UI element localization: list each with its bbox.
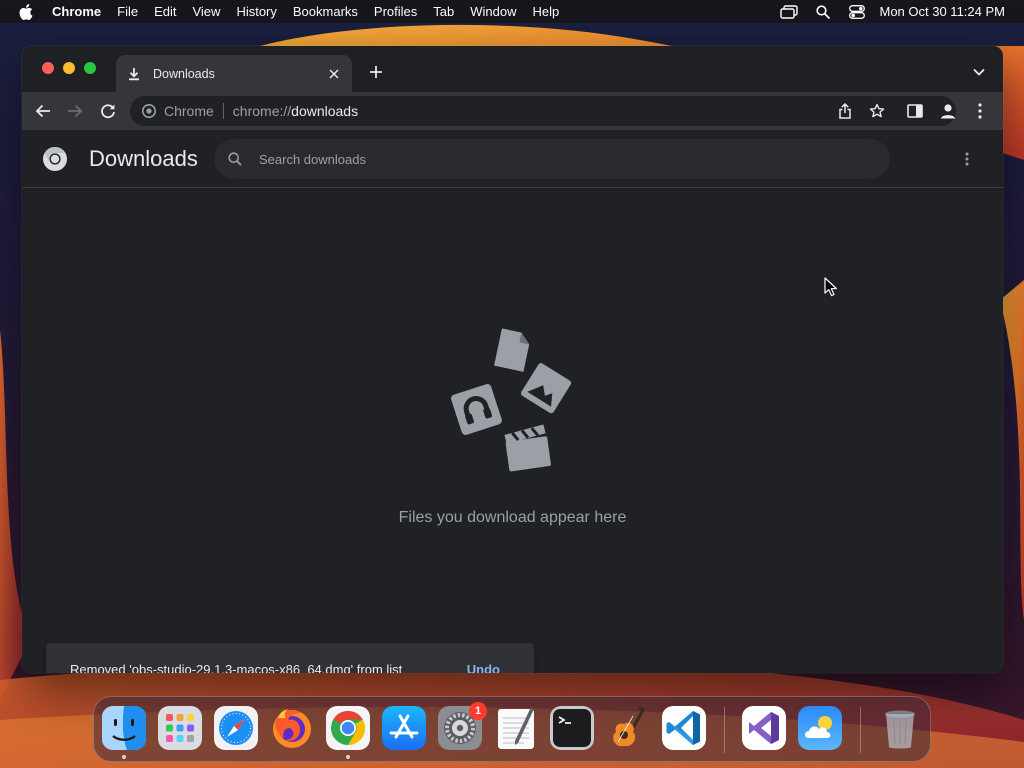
tab-search-chevron-icon[interactable] xyxy=(969,62,989,82)
chrome-icon[interactable] xyxy=(326,706,370,750)
app-store-icon[interactable] xyxy=(382,706,426,750)
control-center-icon[interactable] xyxy=(840,0,874,23)
document-icon xyxy=(494,328,530,372)
window-close-button[interactable] xyxy=(42,62,54,74)
menu-history[interactable]: History xyxy=(228,0,284,23)
launchpad-icon[interactable] xyxy=(158,706,202,750)
undo-button[interactable]: Undo xyxy=(467,662,500,674)
menu-profiles[interactable]: Profiles xyxy=(366,0,425,23)
new-tab-button[interactable] xyxy=(366,62,386,82)
image-icon xyxy=(520,363,572,414)
mouse-cursor-icon xyxy=(824,277,837,297)
chrome-menu-icon[interactable] xyxy=(968,99,992,123)
menu-bar-clock[interactable]: Mon Oct 30 11:24 PM xyxy=(874,4,1024,19)
tab-downloads[interactable]: Downloads xyxy=(116,55,352,92)
finder-icon[interactable] xyxy=(102,706,146,750)
omnibox-divider xyxy=(222,103,224,119)
download-icon xyxy=(126,66,142,82)
menu-tab[interactable]: Tab xyxy=(425,0,462,23)
menu-window[interactable]: Window xyxy=(462,0,524,23)
vscode-icon[interactable] xyxy=(662,706,706,750)
menu-view[interactable]: View xyxy=(184,0,228,23)
menu-edit[interactable]: Edit xyxy=(146,0,184,23)
finder-running-indicator xyxy=(122,755,126,759)
empty-downloads-illustration xyxy=(451,328,572,472)
site-chip-label: Chrome xyxy=(164,103,214,119)
audio-icon xyxy=(451,384,502,435)
share-icon[interactable] xyxy=(833,99,857,123)
removed-toast: Removed 'obs-studio-29.1.3-macos-x86_64.… xyxy=(46,643,534,673)
chrome-site-icon xyxy=(141,103,157,119)
screen-mirroring-icon[interactable] xyxy=(772,0,806,23)
search-icon xyxy=(225,149,245,169)
weather-icon[interactable] xyxy=(798,706,842,750)
garageband-icon[interactable] xyxy=(606,706,650,750)
spotlight-search-icon[interactable] xyxy=(806,0,840,23)
dock-separator xyxy=(860,707,861,753)
reload-button[interactable] xyxy=(96,99,120,123)
visual-studio-icon[interactable] xyxy=(742,706,786,750)
window-zoom-button[interactable] xyxy=(84,62,96,74)
page-title: Downloads xyxy=(89,146,198,171)
dock-separator xyxy=(724,707,725,753)
empty-state-message: Files you download appear here xyxy=(398,509,627,526)
url-host: downloads xyxy=(291,103,359,119)
browser-toolbar: Chrome chrome:// downloads xyxy=(22,92,1003,130)
chrome-running-indicator xyxy=(346,755,350,759)
url-scheme: chrome:// xyxy=(232,103,292,119)
menu-help[interactable]: Help xyxy=(525,0,568,23)
apple-menu-icon[interactable] xyxy=(0,3,52,20)
forward-button[interactable] xyxy=(63,99,87,123)
trash-icon[interactable] xyxy=(878,706,922,750)
menu-bar: Chrome File Edit View History Bookmarks … xyxy=(0,0,1024,23)
video-icon xyxy=(504,424,551,472)
menu-bookmarks[interactable]: Bookmarks xyxy=(285,0,366,23)
textedit-icon[interactable] xyxy=(494,706,538,750)
search-downloads-input[interactable] xyxy=(259,144,890,174)
menu-app-name[interactable]: Chrome xyxy=(52,0,109,23)
downloads-header: Downloads xyxy=(22,130,1003,188)
downloads-page: Downloads Search downloads Files you dow… xyxy=(22,130,1003,673)
search-downloads-box[interactable] xyxy=(214,139,890,179)
tab-strip: Downloads xyxy=(22,46,1003,92)
dock: 1 xyxy=(93,696,931,762)
chrome-logo-icon xyxy=(43,146,67,171)
safari-icon[interactable] xyxy=(214,706,258,750)
firefox-icon[interactable] xyxy=(270,706,314,750)
tab-title: Downloads xyxy=(153,66,215,81)
downloads-more-actions-icon[interactable] xyxy=(955,147,979,171)
back-button[interactable] xyxy=(31,99,55,123)
bookmark-star-icon[interactable] xyxy=(865,99,889,123)
chrome-window: Downloads Chrome chrome:// downloads Dow… xyxy=(22,46,1003,673)
window-minimize-button[interactable] xyxy=(63,62,75,74)
terminal-icon[interactable] xyxy=(550,706,594,750)
address-bar[interactable]: Chrome chrome:// downloads xyxy=(130,96,956,126)
toast-message: Removed 'obs-studio-29.1.3-macos-x86_64.… xyxy=(70,661,403,674)
side-panel-icon[interactable] xyxy=(903,99,927,123)
settings-notification-badge: 1 xyxy=(469,702,487,720)
menu-file[interactable]: File xyxy=(109,0,146,23)
profile-avatar-icon[interactable] xyxy=(936,99,960,123)
tab-close-icon[interactable] xyxy=(324,64,344,84)
